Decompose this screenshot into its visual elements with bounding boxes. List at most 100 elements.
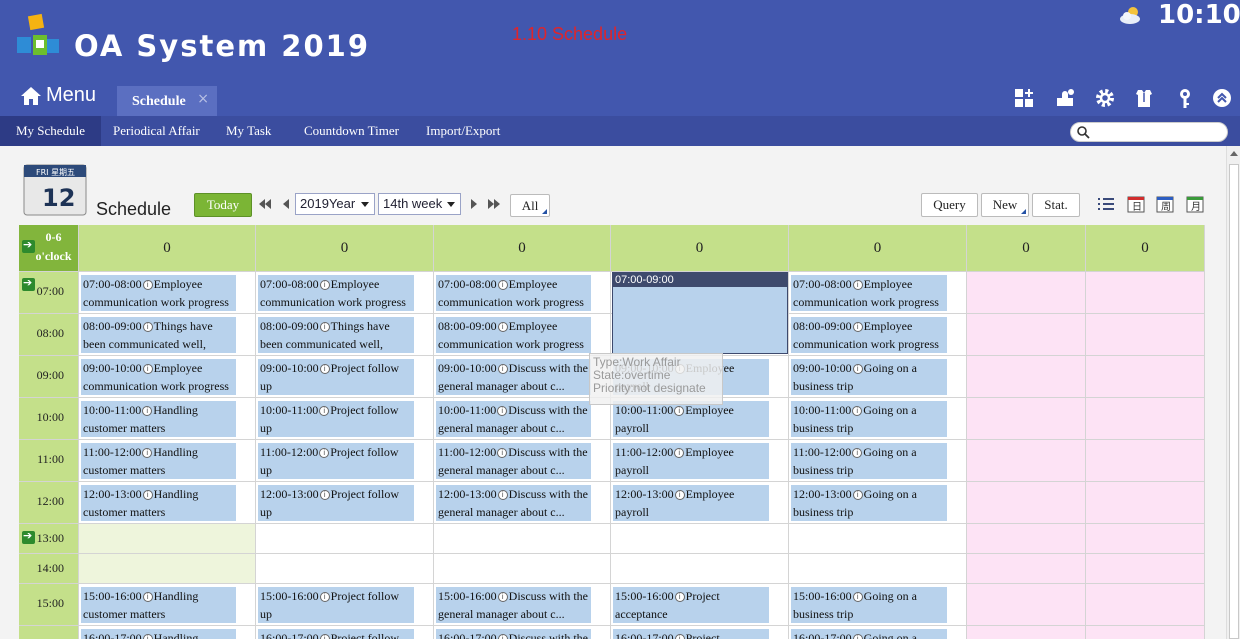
schedule-event[interactable]: 12:00-13:00 i Going on a business trip <box>791 485 947 521</box>
info-icon[interactable]: i <box>497 322 508 332</box>
stat-button[interactable]: Stat. <box>1032 193 1080 217</box>
schedule-event[interactable]: 15:00-16:00 i Project acceptance <box>613 587 769 623</box>
schedule-cell[interactable] <box>967 314 1086 356</box>
schedule-cell[interactable] <box>1086 314 1205 356</box>
schedule-event[interactable]: 15:00-16:00 i Going on a business trip <box>791 587 947 623</box>
tab-schedule[interactable]: Schedule × <box>117 86 217 116</box>
schedule-cell[interactable] <box>967 554 1086 584</box>
info-icon[interactable]: i <box>319 280 330 290</box>
info-icon[interactable]: i <box>852 364 863 374</box>
schedule-event[interactable]: 09:00-10:00 i Project follow up <box>258 359 414 395</box>
selected-time-block[interactable]: 07:00-09:00 <box>612 272 788 354</box>
schedule-event[interactable]: 08:00-09:00 i Employee communication work … <box>436 317 591 353</box>
info-icon[interactable]: i <box>142 322 153 332</box>
info-icon[interactable]: i <box>852 322 863 332</box>
schedule-cell[interactable] <box>1086 440 1205 482</box>
info-icon[interactable]: i <box>319 448 330 458</box>
schedule-cell[interactable] <box>967 398 1086 440</box>
schedule-event[interactable]: 07:00-08:00 i Employee communication work … <box>258 275 414 311</box>
schedule-cell[interactable] <box>789 524 967 554</box>
info-icon[interactable]: i <box>497 406 508 416</box>
info-icon[interactable]: i <box>497 592 508 602</box>
schedule-cell[interactable] <box>967 440 1086 482</box>
schedule-event[interactable]: 16:00-17:00 i Discuss with the <box>436 629 591 639</box>
schedule-cell[interactable] <box>967 584 1086 626</box>
schedule-event[interactable]: 11:00-12:00 i Discuss with the general man… <box>436 443 591 479</box>
schedule-cell[interactable] <box>1086 398 1205 440</box>
schedule-cell[interactable] <box>256 554 434 584</box>
schedule-event[interactable]: 11:00-12:00 i Handling customer matters <box>81 443 236 479</box>
gear-icon[interactable] <box>1093 86 1117 110</box>
search-input[interactable] <box>1070 122 1228 142</box>
info-icon[interactable]: i <box>142 364 153 374</box>
schedule-event[interactable]: 15:00-16:00 i Handling customer matters <box>81 587 236 623</box>
info-icon[interactable]: i <box>319 364 330 374</box>
schedule-event[interactable]: 16:00-17:00 i Project <box>613 629 769 639</box>
schedule-event[interactable]: 11:00-12:00 i Employee payroll <box>613 443 769 479</box>
schedule-cell[interactable] <box>256 524 434 554</box>
info-icon[interactable]: i <box>319 406 330 416</box>
info-icon[interactable]: i <box>142 490 153 500</box>
next-page-icon[interactable] <box>467 197 481 211</box>
schedule-event[interactable]: 16:00-17:00 i Going on a <box>791 629 947 639</box>
menu-button[interactable]: Menu <box>20 84 96 107</box>
schedule-event[interactable]: 10:00-11:00 i Going on a business trip <box>791 401 947 437</box>
skin-icon[interactable] <box>1132 86 1156 110</box>
info-icon[interactable]: i <box>319 322 330 332</box>
schedule-event[interactable]: 12:00-13:00 i Employee payroll <box>613 485 769 521</box>
schedule-event[interactable]: 12:00-13:00 i Project follow up <box>258 485 414 521</box>
info-icon[interactable]: i <box>142 592 153 602</box>
schedule-event[interactable]: 07:00-08:00 i Employee communication work … <box>791 275 947 311</box>
schedule-cell[interactable] <box>1086 356 1205 398</box>
subnav-countdown-timer[interactable]: Countdown Timer <box>288 116 415 146</box>
schedule-event[interactable]: 12:00-13:00 i Discuss with the general man… <box>436 485 591 521</box>
info-icon[interactable]: i <box>852 280 863 290</box>
subnav-import-export[interactable]: Import/Export <box>410 116 516 146</box>
key-icon[interactable] <box>1173 86 1197 110</box>
schedule-cell[interactable] <box>79 524 256 554</box>
prev-page-icon[interactable] <box>279 197 293 211</box>
schedule-cell[interactable] <box>1086 482 1205 524</box>
schedule-cell[interactable] <box>1086 584 1205 626</box>
info-icon[interactable]: i <box>852 448 863 458</box>
scroll-up-icon[interactable] <box>1230 151 1238 156</box>
info-icon[interactable]: i <box>674 634 685 639</box>
schedule-cell[interactable] <box>611 524 789 554</box>
week-view-icon[interactable]: 周 <box>1155 195 1175 213</box>
day-header-2[interactable]: 0 <box>256 225 434 272</box>
day-header-5[interactable]: 0 <box>789 225 967 272</box>
scroll-thumb[interactable] <box>1229 164 1239 639</box>
day-header-6[interactable]: 0 <box>967 225 1086 272</box>
schedule-event[interactable]: 11:00-12:00 i Going on a business trip <box>791 443 947 479</box>
info-icon[interactable]: i <box>319 490 330 500</box>
schedule-event[interactable]: 08:00-09:00 i Things have been communicate… <box>258 317 414 353</box>
day-header-3[interactable]: 0 <box>434 225 611 272</box>
info-icon[interactable]: i <box>142 280 153 290</box>
schedule-cell[interactable] <box>967 482 1086 524</box>
last-page-icon[interactable] <box>487 197 501 211</box>
info-icon[interactable]: i <box>497 280 508 290</box>
schedule-event[interactable]: 09:00-10:00 i Discuss with the general man… <box>436 359 591 395</box>
info-icon[interactable]: i <box>852 592 863 602</box>
info-icon[interactable]: i <box>497 490 508 500</box>
schedule-event[interactable]: 08:00-09:00 i Employee communication work … <box>791 317 947 353</box>
schedule-event[interactable]: 08:00-09:00 i Things have been communicate… <box>81 317 236 353</box>
year-select[interactable]: 2019Year <box>295 193 375 215</box>
week-select[interactable]: 14th week <box>378 193 461 215</box>
schedule-event[interactable]: 12:00-13:00 i Handling customer matters <box>81 485 236 521</box>
schedule-event[interactable]: 15:00-16:00 i Discuss with the general man… <box>436 587 591 623</box>
schedule-event[interactable]: 10:00-11:00 i Discuss with the general man… <box>436 401 591 437</box>
plugins-icon[interactable] <box>1053 86 1077 110</box>
schedule-cell[interactable] <box>967 524 1086 554</box>
schedule-event[interactable]: 09:00-10:00 i Employee communication work … <box>81 359 236 395</box>
info-icon[interactable]: i <box>852 490 863 500</box>
list-view-icon[interactable] <box>1096 195 1116 213</box>
schedule-event[interactable]: 10:00-11:00 i Project follow up <box>258 401 414 437</box>
schedule-event[interactable]: 10:00-11:00 i Handling customer matters <box>81 401 236 437</box>
schedule-event[interactable]: 07:00-08:00 i Employee communication work … <box>81 275 236 311</box>
day-header-7[interactable]: 0 <box>1086 225 1205 272</box>
info-icon[interactable]: i <box>319 634 330 639</box>
schedule-cell[interactable] <box>967 272 1086 314</box>
info-icon[interactable]: i <box>142 406 153 416</box>
info-icon[interactable]: i <box>674 592 685 602</box>
